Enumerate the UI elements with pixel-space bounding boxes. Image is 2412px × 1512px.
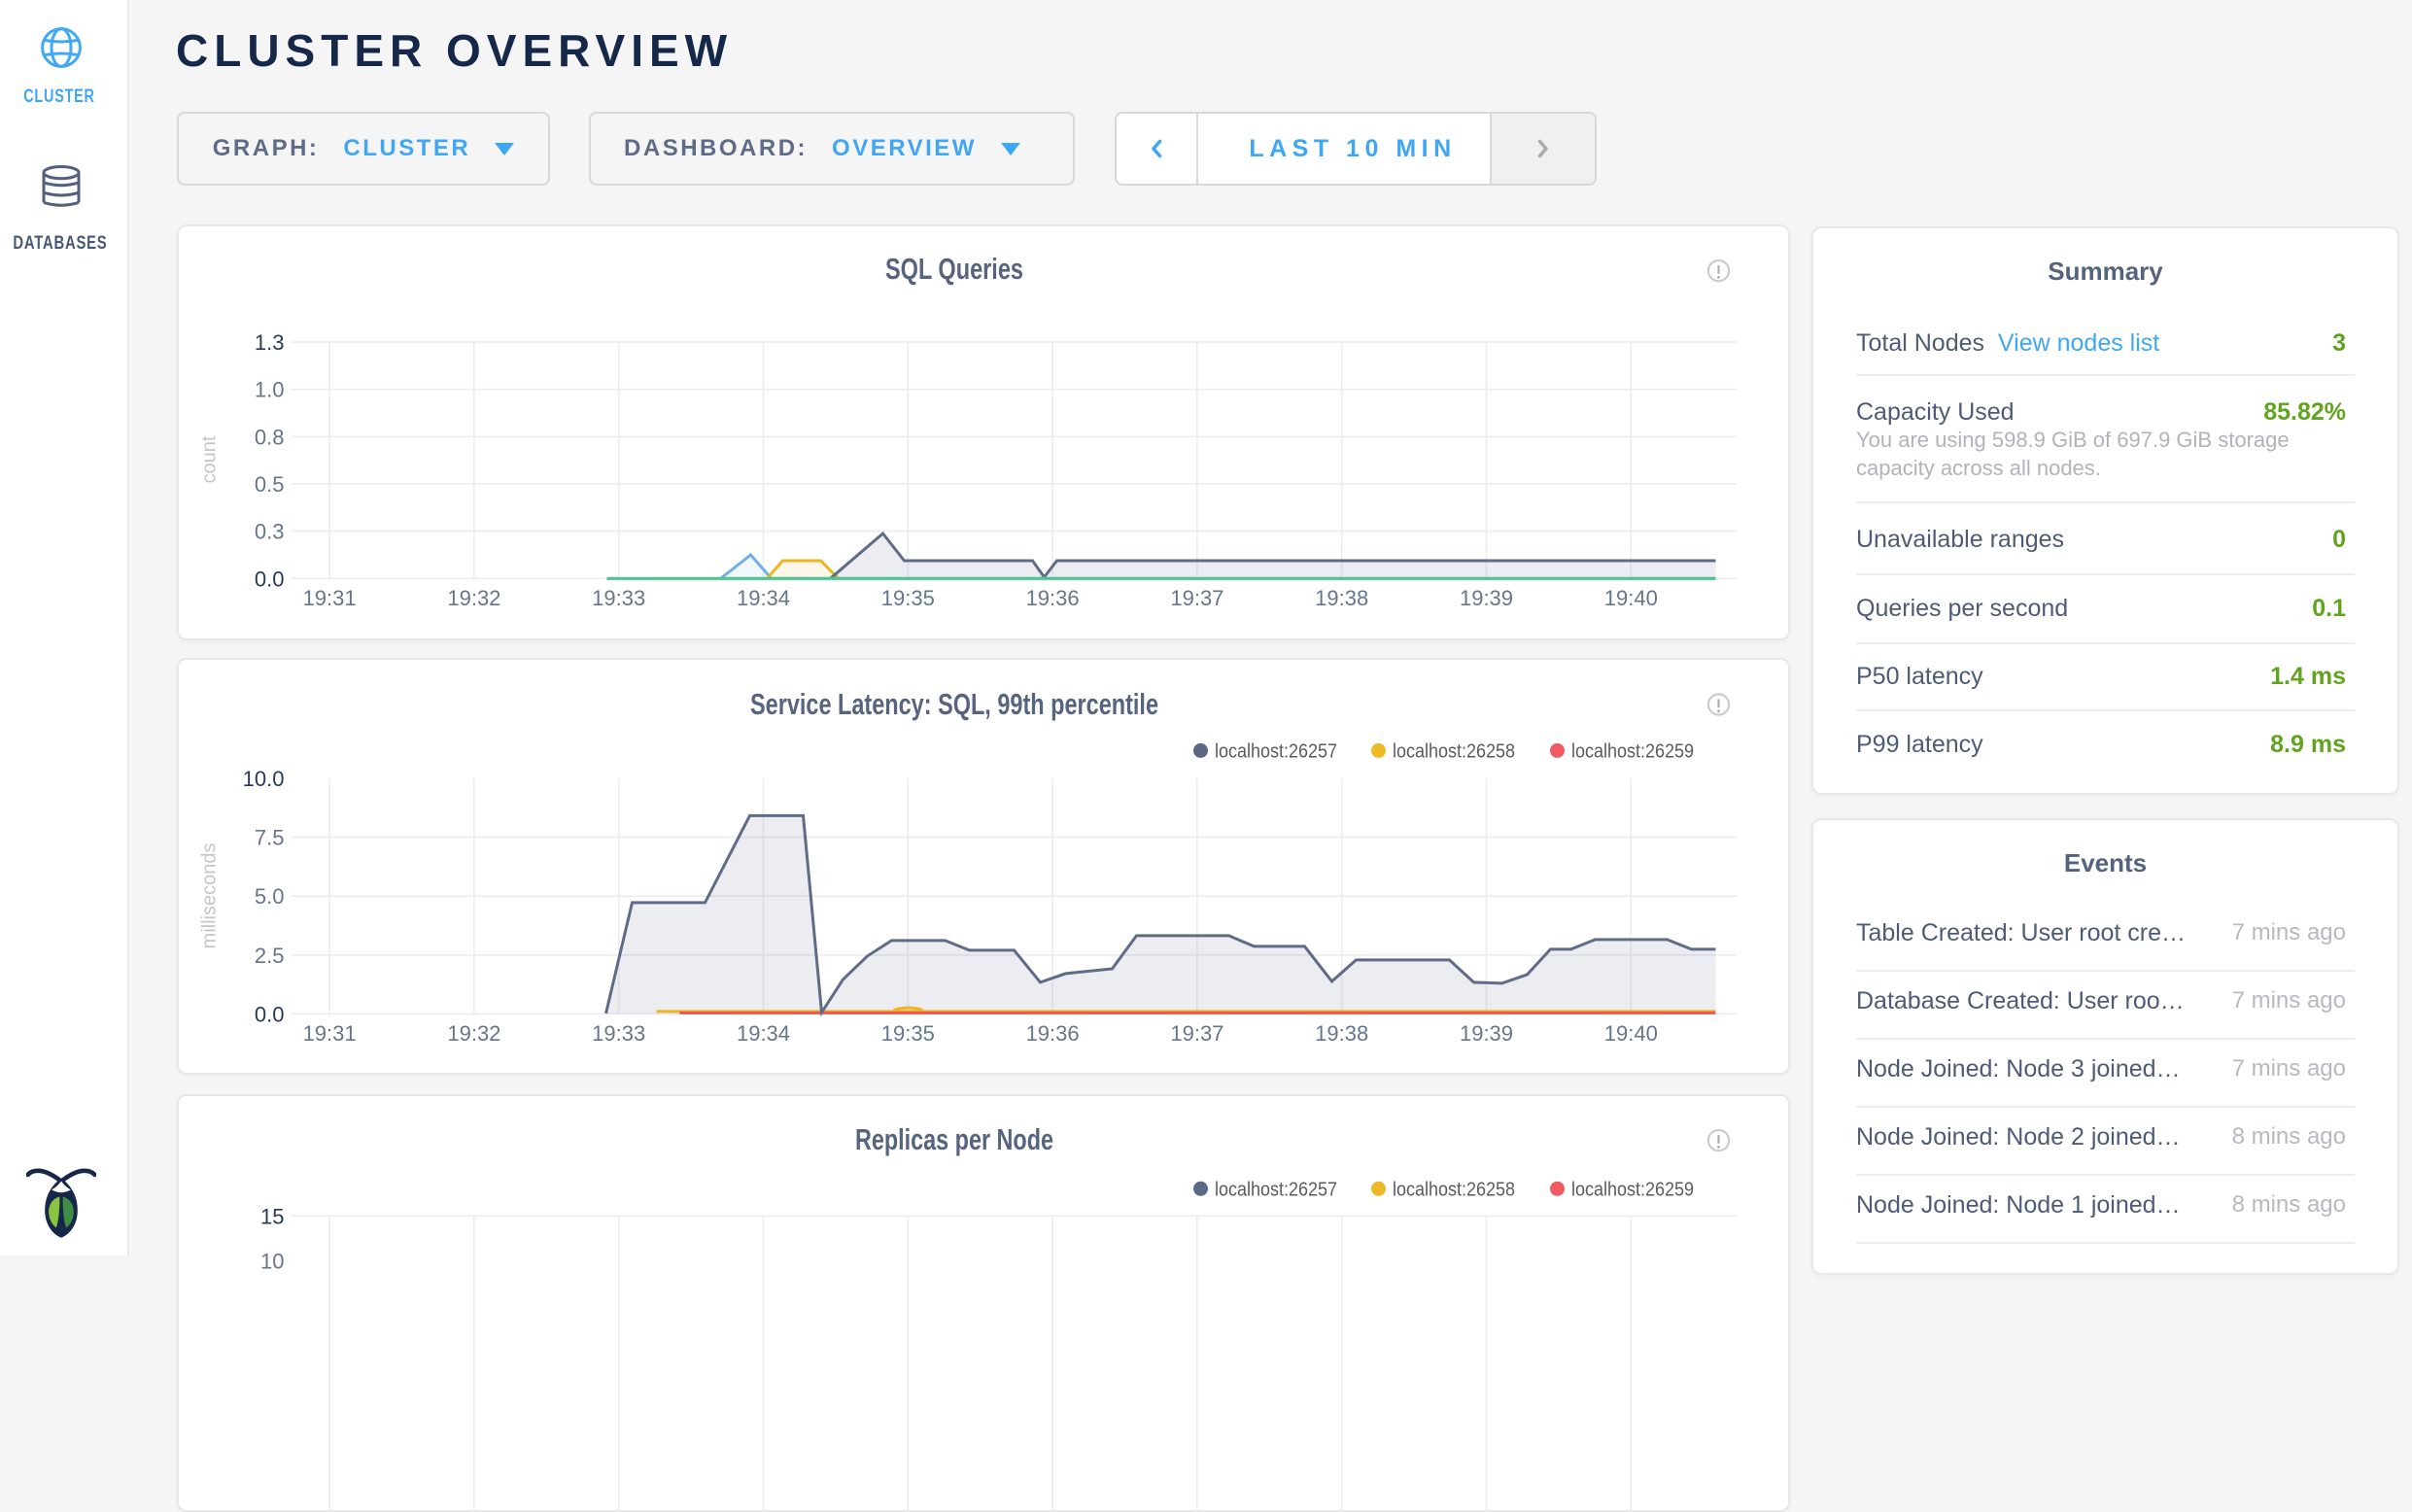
svg-text:count: count bbox=[199, 435, 221, 483]
svg-text:localhost:26259: localhost:26259 bbox=[1571, 739, 1694, 762]
svg-text:SQL Queries: SQL Queries bbox=[885, 252, 1023, 286]
svg-text:19:34: 19:34 bbox=[737, 586, 790, 610]
svg-text:5.0: 5.0 bbox=[255, 884, 285, 909]
svg-text:19:40: 19:40 bbox=[1604, 1021, 1658, 1046]
svg-text:milliseconds: milliseconds bbox=[199, 843, 221, 949]
svg-text:0.8: 0.8 bbox=[255, 425, 285, 449]
svg-text:19:31: 19:31 bbox=[303, 1021, 357, 1046]
svg-text:19:33: 19:33 bbox=[592, 586, 645, 610]
svg-text:19:32: 19:32 bbox=[447, 1021, 500, 1046]
svg-text:15: 15 bbox=[260, 1204, 284, 1228]
svg-text:10: 10 bbox=[260, 1249, 284, 1273]
svg-text:19:32: 19:32 bbox=[447, 586, 500, 610]
svg-text:19:35: 19:35 bbox=[881, 1021, 935, 1046]
svg-text:19:37: 19:37 bbox=[1170, 1021, 1223, 1046]
svg-text:19:36: 19:36 bbox=[1026, 1021, 1080, 1046]
svg-text:localhost:26257: localhost:26257 bbox=[1215, 739, 1337, 762]
svg-text:0.0: 0.0 bbox=[255, 567, 285, 591]
svg-text:19:33: 19:33 bbox=[592, 1021, 645, 1046]
svg-text:19:31: 19:31 bbox=[303, 586, 357, 610]
svg-text:10.0: 10.0 bbox=[243, 767, 285, 791]
svg-text:0.3: 0.3 bbox=[255, 520, 285, 544]
svg-text:19:34: 19:34 bbox=[737, 1021, 790, 1046]
svg-text:2.5: 2.5 bbox=[255, 944, 285, 968]
svg-text:localhost:26258: localhost:26258 bbox=[1393, 739, 1515, 762]
svg-text:19:37: 19:37 bbox=[1170, 586, 1223, 610]
svg-text:1.3: 1.3 bbox=[255, 330, 285, 355]
svg-text:19:35: 19:35 bbox=[881, 586, 935, 610]
svg-text:localhost:26257: localhost:26257 bbox=[1215, 1178, 1337, 1200]
svg-text:19:38: 19:38 bbox=[1315, 586, 1368, 610]
svg-text:1.0: 1.0 bbox=[255, 378, 285, 402]
svg-text:localhost:26258: localhost:26258 bbox=[1393, 1178, 1515, 1200]
svg-text:7.5: 7.5 bbox=[255, 826, 285, 850]
svg-text:Replicas per Node: Replicas per Node bbox=[855, 1122, 1053, 1156]
svg-text:19:38: 19:38 bbox=[1315, 1021, 1368, 1046]
svg-text:localhost:26259: localhost:26259 bbox=[1571, 1178, 1694, 1200]
svg-text:19:36: 19:36 bbox=[1026, 586, 1080, 610]
svg-text:0.0: 0.0 bbox=[255, 1002, 285, 1026]
svg-text:19:39: 19:39 bbox=[1460, 1021, 1513, 1046]
svg-text:0.5: 0.5 bbox=[255, 472, 285, 497]
svg-text:Service Latency: SQL, 99th per: Service Latency: SQL, 99th percentile bbox=[750, 687, 1158, 721]
svg-text:19:39: 19:39 bbox=[1460, 586, 1513, 610]
svg-text:19:40: 19:40 bbox=[1604, 586, 1658, 610]
